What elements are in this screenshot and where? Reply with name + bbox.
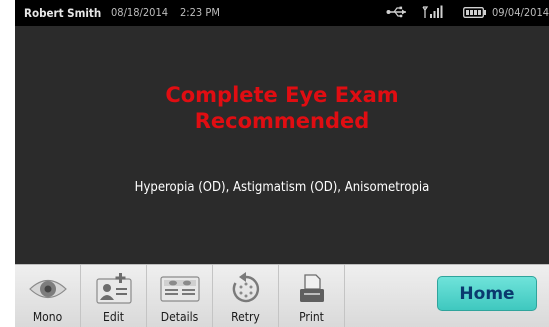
signal-icon <box>422 5 443 18</box>
bottom-toolbar: Mono Edit Details Retry Print Home <box>15 264 549 327</box>
battery-icon <box>463 7 486 18</box>
retry-button[interactable]: Retry <box>213 265 279 327</box>
mono-button[interactable]: Mono <box>15 265 81 327</box>
details-label: Details <box>160 310 199 324</box>
edit-patient-icon <box>95 273 132 304</box>
exam-time: 2:23 PM <box>180 6 220 19</box>
headline-line-1: Complete Eye Exam <box>165 83 399 107</box>
conditions-text: Hyperopia (OD), Astigmatism (OD), Anisom… <box>134 180 430 195</box>
home-button[interactable]: Home <box>437 276 537 311</box>
result-panel: Complete Eye Exam Recommended Hyperopia … <box>15 26 549 264</box>
screen: Robert Smith 08/18/2014 2:23 PM 09/04/20… <box>15 0 549 327</box>
device-frame: Robert Smith 08/18/2014 2:23 PM 09/04/20… <box>0 0 549 327</box>
edit-button[interactable]: Edit <box>81 265 147 327</box>
status-bar: Robert Smith 08/18/2014 2:23 PM 09/04/20… <box>15 0 549 26</box>
print-button[interactable]: Print <box>279 265 345 327</box>
device-date: 09/04/2014 <box>492 6 549 19</box>
retry-icon <box>232 272 259 303</box>
patient-name: Robert Smith <box>24 6 102 20</box>
exam-date: 08/18/2014 <box>111 6 169 19</box>
details-icon <box>159 276 200 302</box>
eye-icon <box>28 279 67 299</box>
details-button[interactable]: Details <box>147 265 213 327</box>
print-label: Print <box>299 310 324 324</box>
headline-line-2: Recommended <box>194 109 370 133</box>
recommendation-headline: Complete Eye Exam Recommended <box>15 82 549 134</box>
print-icon <box>299 274 324 302</box>
edit-label: Edit <box>103 310 124 324</box>
mono-label: Mono <box>32 310 63 324</box>
retry-label: Retry <box>231 310 260 324</box>
usb-icon <box>386 6 406 18</box>
